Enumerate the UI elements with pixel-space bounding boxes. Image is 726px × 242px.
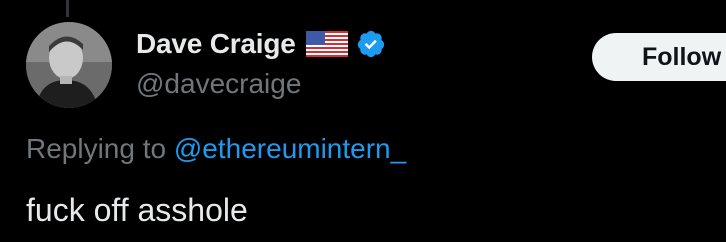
- follow-button[interactable]: Follow: [592, 33, 726, 81]
- replying-to-line: Replying to @ethereumintern_: [26, 133, 406, 165]
- replying-to-prefix: Replying to: [26, 133, 167, 164]
- author-display-name[interactable]: Dave Craige: [136, 28, 296, 60]
- tweet-container: Dave Craige @davecraige Follow Replying …: [0, 0, 726, 242]
- reply-target-link[interactable]: @ethereumintern_: [174, 133, 406, 164]
- tweet-text: fuck off asshole: [26, 192, 248, 228]
- avatar[interactable]: [26, 22, 112, 108]
- verified-badge-icon[interactable]: [356, 29, 386, 59]
- author-name-row: Dave Craige: [136, 28, 386, 60]
- avatar-image: [26, 22, 112, 108]
- us-flag-icon: [305, 31, 348, 57]
- thread-connector-line: [66, 0, 69, 17]
- author-handle[interactable]: @davecraige: [136, 68, 301, 100]
